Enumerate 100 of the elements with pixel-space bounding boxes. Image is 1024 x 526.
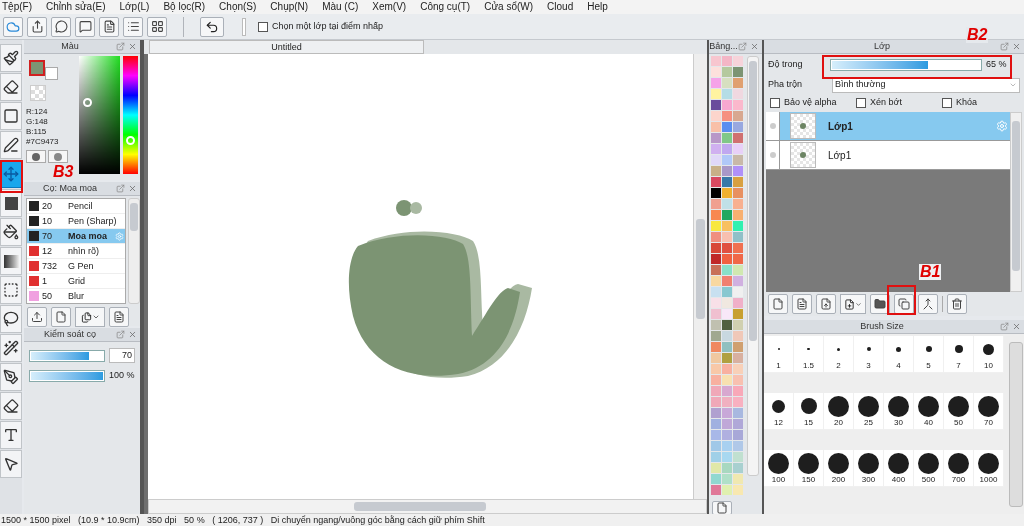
brush-item[interactable]: 1 Grid [27, 274, 125, 289]
brush-size-item[interactable]: 400 [884, 450, 914, 487]
brush-item[interactable]: 20 Pencil [27, 199, 125, 214]
brush-size: 1 [42, 276, 48, 286]
brush-size-item[interactable]: 30 [884, 393, 914, 430]
brush-name: Pen (Sharp) [68, 216, 118, 226]
brush-size-label: 20 [834, 419, 843, 427]
brush-size-label: 15 [804, 419, 813, 427]
brush-size-item[interactable]: 40 [914, 393, 944, 430]
brush-name: Grid [68, 276, 86, 286]
brush-name: Blur [68, 291, 85, 301]
brush-size-item[interactable]: 3 [854, 336, 884, 373]
brush-size-label: 1.5 [802, 362, 815, 370]
annotation-label: B3 [52, 164, 75, 180]
brush-size-item[interactable]: 10 [974, 336, 1004, 373]
brush-size-label: 400 [891, 476, 906, 484]
menu-item[interactable]: Chọn(S) [219, 2, 257, 12]
rgb-value: R:124 [26, 107, 49, 117]
menu-item[interactable]: Help [587, 2, 608, 12]
menu-item[interactable]: Chỉnh sửa(E) [46, 2, 106, 12]
layer-row[interactable]: Lớp1 [766, 112, 1010, 141]
brush-size-item[interactable]: 1000 [974, 450, 1004, 487]
brush-item[interactable]: 12 nhìn rõ) [27, 244, 125, 259]
layer-name: Lớp1 [828, 148, 853, 163]
checkbox-label: Bảo vệ alpha [784, 96, 837, 110]
rgb-value: B:115 [26, 127, 48, 137]
annotation-label: B1 [919, 264, 942, 280]
brush-size-item[interactable]: 4 [884, 336, 914, 373]
value-field[interactable]: 70 [109, 348, 135, 363]
brush-size-item[interactable]: 7 [944, 336, 974, 373]
layer-name: Lớp1 [828, 119, 854, 134]
opacity-value: 65 % [986, 58, 1007, 72]
brush-size-item[interactable]: 500 [914, 450, 944, 487]
brush-size-item[interactable]: 300 [854, 450, 884, 487]
checkbox-label: Khóa [956, 96, 978, 110]
blend-label: Pha trộn [768, 78, 804, 92]
menu-item[interactable]: Cloud [547, 2, 574, 12]
menu-item[interactable]: Màu (C) [322, 2, 359, 12]
brush-size-label: 100 [771, 476, 786, 484]
brush-name: Moa moa [68, 231, 108, 241]
brush-item[interactable]: 732 G Pen [27, 259, 125, 274]
brush-size-label: 150 [801, 476, 816, 484]
brush-size-label: 70 [984, 419, 993, 427]
checkbox-label: Chọn một lớp tại điểm nhấp [272, 19, 383, 33]
brush-size-item[interactable]: 12 [764, 393, 794, 430]
opacity-label: Độ trong [768, 58, 804, 72]
brush-size-label: 500 [921, 476, 936, 484]
brush-size-item[interactable]: 20 [824, 393, 854, 430]
brush-size-item[interactable]: 50 [944, 393, 974, 430]
brush-size-item[interactable]: 150 [794, 450, 824, 487]
brush-size-label: 25 [864, 419, 873, 427]
brush-item[interactable]: 70 Moa moa [27, 229, 125, 244]
brush-size-label: 1 [776, 362, 781, 370]
brush-size-label: 40 [924, 419, 933, 427]
menu-item[interactable]: Chụp(N) [270, 2, 309, 12]
panel-title: Màu [60, 42, 80, 51]
brush-size-item[interactable]: 700 [944, 450, 974, 487]
brush-size-item[interactable]: 15 [794, 393, 824, 430]
brush-size-label: 50 [954, 419, 963, 427]
brush-size-item[interactable]: 2 [824, 336, 854, 373]
menu-item[interactable]: Bộ lọc(R) [163, 2, 206, 12]
brush-size-label: 300 [861, 476, 876, 484]
brush-size-label: 7 [956, 362, 961, 370]
brush-size-label: 2 [836, 362, 841, 370]
menu-item[interactable]: Tệp(F) [2, 2, 32, 12]
panel-title: Bảng... [709, 42, 738, 51]
brush-size-item[interactable]: 1.5 [794, 336, 824, 373]
brush-size-label: 1000 [979, 476, 998, 484]
brush-size: 20 [42, 201, 53, 211]
panel-title: Cọ: Moa moa [42, 184, 98, 193]
value-label: 100 % [109, 369, 135, 382]
menu-item[interactable]: Xem(V) [372, 2, 407, 12]
brush-size-label: 200 [831, 476, 846, 484]
brush-size-item[interactable]: 70 [974, 393, 1004, 430]
brush-name: Pencil [68, 201, 94, 211]
rgb-value: G:148 [26, 117, 49, 127]
brush-size: 70 [42, 231, 53, 241]
menu-item[interactable]: Công cụ(T) [420, 2, 471, 12]
menu-item[interactable]: Cửa sổ(W) [484, 2, 534, 12]
brush-size-label: 30 [894, 419, 903, 427]
brush-size-item[interactable]: 5 [914, 336, 944, 373]
hex-value: #7C9473 [26, 137, 60, 147]
status-text: 1500 * 1500 pixel (10.9 * 10.9cm) 350 dpi 50 % ( 1206, 737 ) Di chuyển ngang/vuông góc bằng cách giữ phím Shift [0, 515, 485, 525]
brush-size-label: 12 [774, 419, 783, 427]
layer-row[interactable]: Lớp1 [766, 141, 1010, 170]
brush-item[interactable]: 10 Pen (Sharp) [27, 214, 125, 229]
brush-size-label: 4 [896, 362, 901, 370]
brush-name: nhìn rõ) [68, 246, 101, 256]
checkbox-label: Xén bớt [870, 96, 902, 110]
brush-size-item[interactable]: 1 [764, 336, 794, 373]
brush-size-item[interactable]: 200 [824, 450, 854, 487]
brush-size: 10 [42, 216, 53, 226]
menu-item[interactable]: Lớp(L) [119, 2, 150, 12]
brush-name: G Pen [68, 261, 95, 271]
brush-size-item[interactable]: 25 [854, 393, 884, 430]
brush-size-item[interactable]: 100 [764, 450, 794, 487]
document-tab[interactable]: Untitled [149, 40, 424, 54]
brush-size-label: 3 [866, 362, 871, 370]
brush-size: 12 [42, 246, 53, 256]
brush-size: 732 [42, 261, 59, 271]
